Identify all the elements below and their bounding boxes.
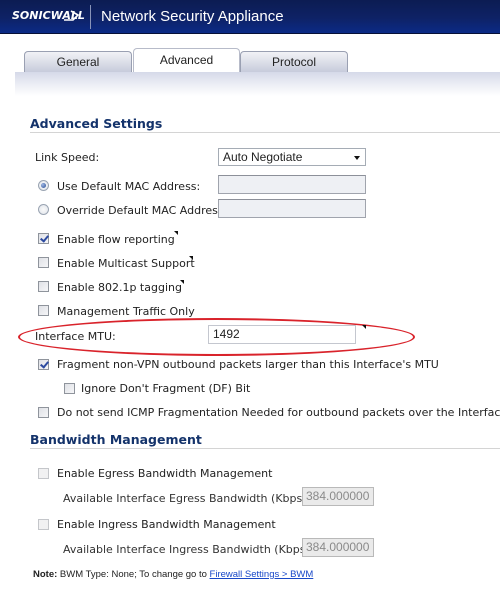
bwm-note: Note: BWM Type: None; To change go to Fi…: [33, 569, 313, 580]
enable-8021p-tagging-label: Enable 802.1p tagging: [57, 281, 182, 294]
header-divider: [90, 5, 91, 29]
default-mac-field[interactable]: [218, 175, 366, 194]
interface-mtu-label: Interface MTU:: [35, 330, 116, 343]
fragment-packets-label: Fragment non-VPN outbound packets larger…: [57, 358, 439, 371]
use-default-mac-radio[interactable]: [38, 180, 49, 191]
ingress-bandwidth-label: Available Interface Ingress Bandwidth (K…: [63, 543, 314, 556]
section-title-bandwidth-management: Bandwidth Management: [30, 432, 202, 447]
tooltip-marker-icon[interactable]: [362, 325, 366, 329]
egress-bandwidth-input[interactable]: 384.000000: [302, 487, 374, 506]
ingress-bandwidth-input[interactable]: 384.000000: [302, 538, 374, 557]
tooltip-marker-icon[interactable]: [180, 280, 184, 284]
override-mac-label: Override Default MAC Address:: [57, 204, 228, 217]
management-traffic-only-checkbox[interactable]: [38, 305, 49, 316]
management-traffic-only-label: Management Traffic Only: [57, 305, 195, 318]
tooltip-marker-icon[interactable]: [174, 231, 178, 235]
ignore-df-bit-label: Ignore Don't Fragment (DF) Bit: [81, 382, 251, 395]
egress-bandwidth-label: Available Interface Egress Bandwidth (Kb…: [63, 492, 311, 505]
ignore-df-bit-checkbox[interactable]: [64, 383, 75, 394]
enable-8021p-tagging-checkbox[interactable]: [38, 281, 49, 292]
no-icmp-fragmentation-label: Do not send ICMP Fragmentation Needed fo…: [57, 406, 500, 419]
note-prefix: Note:: [33, 569, 58, 580]
link-speed-label: Link Speed:: [35, 151, 100, 164]
section-divider: [30, 448, 500, 449]
fragment-packets-checkbox[interactable]: [38, 359, 49, 370]
tab-protocol[interactable]: Protocol: [240, 51, 348, 72]
firewall-settings-bwm-link[interactable]: Firewall Settings > BWM: [210, 569, 314, 580]
enable-flow-reporting-checkbox[interactable]: [38, 233, 49, 244]
no-icmp-fragmentation-checkbox[interactable]: [38, 407, 49, 418]
enable-ingress-bwm-label: Enable Ingress Bandwidth Management: [57, 518, 276, 531]
logo-swoosh-icon: [64, 10, 79, 21]
section-divider: [30, 132, 500, 133]
tab-bar: General Advanced Protocol: [0, 48, 500, 72]
override-mac-field[interactable]: [218, 199, 366, 218]
enable-flow-reporting-label: Enable flow reporting: [57, 233, 175, 246]
tab-general[interactable]: General: [24, 51, 132, 72]
link-speed-select[interactable]: Auto Negotiate: [218, 148, 366, 166]
override-mac-radio[interactable]: [38, 204, 49, 215]
link-speed-value: Auto Negotiate: [223, 150, 303, 164]
app-title: Network Security Appliance: [101, 8, 284, 25]
interface-mtu-input[interactable]: 1492: [208, 325, 356, 344]
app-header: SONICWALL Network Security Appliance: [0, 0, 500, 34]
tab-content-band: [15, 72, 500, 96]
note-text: BWM Type: None; To change go to: [57, 569, 210, 580]
use-default-mac-label: Use Default MAC Address:: [57, 180, 201, 193]
enable-multicast-checkbox[interactable]: [38, 257, 49, 268]
section-title-advanced-settings: Advanced Settings: [30, 116, 163, 131]
enable-multicast-label: Enable Multicast Support: [57, 257, 195, 270]
tab-advanced[interactable]: Advanced: [133, 48, 240, 72]
enable-ingress-bwm-checkbox[interactable]: [38, 519, 49, 530]
enable-egress-bwm-label: Enable Egress Bandwidth Management: [57, 467, 273, 480]
tooltip-marker-icon[interactable]: [189, 256, 193, 260]
enable-egress-bwm-checkbox[interactable]: [38, 468, 49, 479]
chevron-down-icon: [354, 156, 360, 160]
